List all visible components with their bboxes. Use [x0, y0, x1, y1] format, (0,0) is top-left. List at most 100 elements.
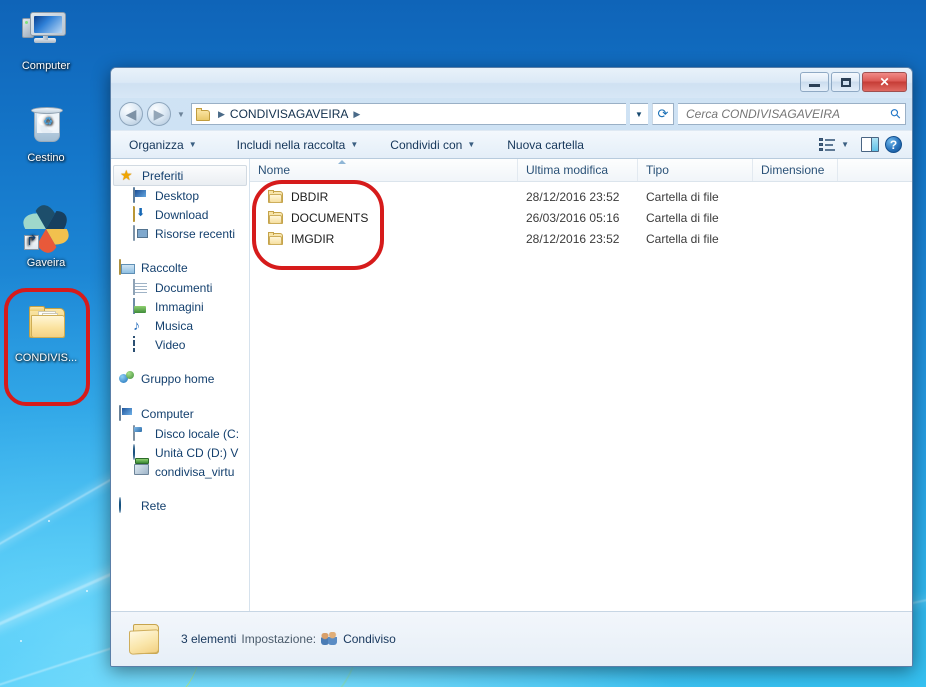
sidebar-item-label: Raccolte — [141, 260, 188, 275]
sidebar-item-gruppo-home[interactable]: Gruppo home — [111, 368, 249, 389]
breadcrumb-current[interactable]: CONDIVISAGAVEIRA — [230, 107, 348, 121]
column-header-tipo[interactable]: Tipo — [638, 159, 753, 181]
shared-users-icon — [321, 632, 338, 646]
column-header-dimensione[interactable]: Dimensione — [753, 159, 838, 181]
sidebar-item-condivisa-virtuale[interactable]: condivisa_virtu — [111, 462, 249, 481]
breadcrumb-separator[interactable]: ▶ — [353, 109, 360, 120]
sidebar-item-label: Desktop — [155, 188, 200, 203]
file-modified: 28/12/2016 23:52 — [526, 189, 620, 204]
back-button[interactable]: ◀ — [119, 102, 143, 126]
sidebar-item-download[interactable]: Download — [111, 205, 249, 224]
file-name: IMGDIR — [291, 231, 335, 246]
desktop-icon-label: Computer — [21, 60, 71, 72]
forward-button[interactable]: ▶ — [147, 102, 171, 126]
sidebar-item-label: Musica — [155, 318, 194, 333]
table-row[interactable]: DBDIR 28/12/2016 23:52 Cartella di file — [250, 186, 912, 207]
video-icon — [133, 336, 135, 352]
breadcrumb-separator: ▶ — [218, 108, 225, 119]
sidebar-item-label: Risorse recenti — [155, 226, 236, 241]
search-input[interactable] — [686, 107, 892, 121]
toolbar-item-condividi-con[interactable]: Condividi con ▼ — [382, 135, 483, 155]
toolbar-right-group: ▼ ? — [819, 136, 906, 153]
status-text: 3 elementi Impostazione: Condiviso — [181, 632, 396, 646]
explorer-window: ✕ ◀ ▶ ▼ ▶ CONDIVISAGAVEIRA ▶ ▼ ⟳ ⚲ Organ… — [110, 67, 913, 667]
desktop-icon-gaveira[interactable]: Gaveira — [0, 195, 92, 270]
desktop-icon — [133, 187, 135, 203]
sidebar-item-documenti[interactable]: Documenti — [111, 278, 249, 297]
address-bar-row: ◀ ▶ ▼ ▶ CONDIVISAGAVEIRA ▶ ▼ ⟳ ⚲ — [111, 98, 912, 130]
sidebar-item-label: Download — [155, 207, 209, 222]
gaveira-shortcut-icon — [16, 195, 76, 263]
hard-disk-icon — [133, 425, 135, 441]
sidebar-item-unita-cd[interactable]: Unità CD (D:) V — [111, 443, 249, 462]
address-dropdown-button[interactable]: ▼ — [630, 103, 648, 125]
recent-pages-dropdown[interactable]: ▼ — [175, 110, 187, 119]
table-row[interactable]: IMGDIR 28/12/2016 23:52 Cartella di file — [250, 228, 912, 249]
shortcut-overlay-icon — [24, 235, 39, 250]
search-box[interactable]: ⚲ — [678, 103, 906, 125]
libraries-icon — [119, 259, 121, 275]
preview-pane-icon[interactable] — [861, 137, 879, 152]
sidebar-item-rete[interactable]: Rete — [111, 495, 249, 516]
toolbar-item-organizza[interactable]: Organizza ▼ — [121, 135, 205, 155]
toolbar-item-includi-nella-raccolta[interactable]: Includi nella raccolta ▼ — [229, 135, 367, 155]
computer-icon — [119, 405, 121, 421]
sidebar-item-preferiti[interactable]: ★ Preferiti — [113, 165, 247, 186]
minimize-button[interactable] — [800, 72, 829, 92]
sidebar-item-raccolte[interactable]: Raccolte — [111, 257, 249, 278]
file-rows[interactable]: DBDIR 28/12/2016 23:52 Cartella di file … — [250, 182, 912, 611]
file-type: Cartella di file — [646, 210, 719, 225]
sidebar-item-video[interactable]: Video — [111, 335, 249, 354]
folder-icon — [196, 107, 211, 121]
file-modified: 26/03/2016 05:16 — [526, 210, 620, 225]
sidebar-item-risorse-recenti[interactable]: Risorse recenti — [111, 224, 249, 243]
shared-value: Condiviso — [343, 632, 396, 646]
sidebar-item-computer[interactable]: Computer — [111, 403, 249, 424]
window-controls: ✕ — [800, 72, 907, 92]
desktop-icon-recycle-bin[interactable]: ♻ Cestino — [0, 100, 92, 165]
wallpaper-sparkle — [86, 590, 88, 592]
column-headers: Nome Ultima modifica Tipo Dimensione — [250, 159, 912, 182]
desktop-icon-computer[interactable]: Computer — [0, 8, 92, 73]
change-view-icon[interactable] — [819, 137, 836, 152]
toolbar-item-label: Condividi con — [390, 137, 463, 152]
table-row[interactable]: DOCUMENTS 26/03/2016 05:16 Cartella di f… — [250, 207, 912, 228]
folder-icon — [129, 622, 167, 656]
sidebar-item-musica[interactable]: ♪ Musica — [111, 316, 249, 335]
toolbar-item-nuova-cartella[interactable]: Nuova cartella — [499, 135, 592, 155]
toolbar-item-label: Includi nella raccolta — [236, 137, 346, 152]
download-icon — [133, 206, 135, 222]
sidebar-item-label: Disco locale (C: — [155, 426, 240, 441]
file-type: Cartella di file — [646, 189, 719, 204]
desktop-icon-label: Cestino — [27, 152, 65, 164]
desktop-icon-condivisa-folder[interactable]: CONDIVIS... — [0, 300, 92, 365]
wallpaper-sparkle — [48, 520, 50, 522]
chevron-down-icon: ▼ — [467, 140, 476, 149]
file-name: DOCUMENTS — [291, 210, 369, 225]
sidebar-item-label: Rete — [141, 498, 167, 513]
folder-icon — [268, 210, 284, 225]
refresh-button[interactable]: ⟳ — [652, 103, 674, 125]
view-dropdown-caret-icon[interactable]: ▼ — [841, 140, 849, 149]
close-button[interactable]: ✕ — [862, 72, 907, 92]
nav-group-computer: Computer Disco locale (C: Unità CD (D:) … — [111, 403, 249, 481]
navigation-pane[interactable]: ★ Preferiti Desktop Download Risorse rec… — [111, 159, 250, 611]
sidebar-item-disco-locale[interactable]: Disco locale (C: — [111, 424, 249, 443]
column-header-filler — [838, 159, 912, 181]
help-icon[interactable]: ? — [885, 136, 902, 153]
column-header-ultima-modifica[interactable]: Ultima modifica — [518, 159, 638, 181]
maximize-button[interactable] — [831, 72, 860, 92]
chevron-down-icon: ▼ — [188, 140, 197, 149]
breadcrumb[interactable]: ▶ CONDIVISAGAVEIRA ▶ — [191, 103, 626, 125]
sidebar-item-immagini[interactable]: Immagini — [111, 297, 249, 316]
window-titlebar[interactable]: ✕ — [111, 68, 912, 98]
file-list-pane: Nome Ultima modifica Tipo Dimensione DBD… — [250, 159, 912, 611]
column-header-nome[interactable]: Nome — [250, 159, 518, 181]
sort-ascending-icon — [338, 160, 346, 164]
sidebar-item-desktop[interactable]: Desktop — [111, 186, 249, 205]
sidebar-item-label: condivisa_virtu — [155, 464, 235, 479]
desktop-icon-label: Gaveira — [26, 257, 66, 269]
